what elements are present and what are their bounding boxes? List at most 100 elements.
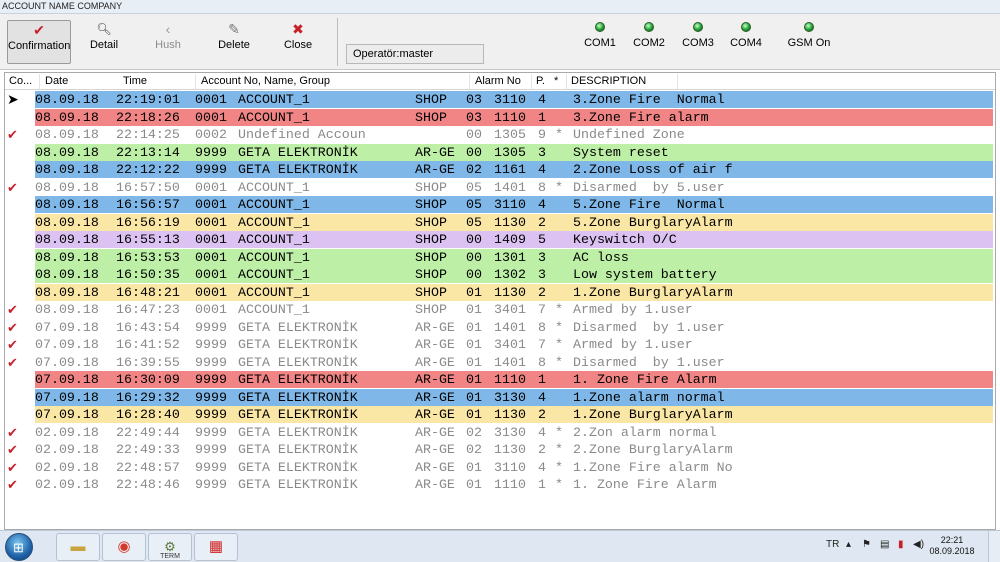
cell-group: AR-GE (415, 442, 455, 457)
table-row[interactable]: 08.09.18 22:12:22 9999 GETA ELEKTRONİK AR-GE… (35, 161, 993, 178)
explorer-taskbar-button[interactable]: ▬ (56, 533, 100, 561)
cell-desc: 2.Zone BurglaryAlarm (573, 442, 733, 457)
cell-code: 1130 (494, 285, 526, 300)
network-icon[interactable]: ▤ (880, 539, 889, 550)
table-row[interactable]: 07.09.18 16:30:09 9999 GETA ELEKTRONİK AR-GE… (35, 371, 993, 388)
table-row[interactable]: 02.09.18 22:49:33 9999 GETA ELEKTRONİK AR-GE… (35, 441, 993, 458)
table-row[interactable]: 02.09.18 22:48:57 9999 GETA ELEKTRONİK AR-GE… (35, 459, 993, 476)
cell-date: 07.09.18 (35, 337, 99, 352)
cell-desc: Disarmed by 1.user (573, 355, 725, 370)
geta-taskbar-button[interactable]: ▦ (194, 533, 238, 561)
col-priority[interactable]: P. (536, 75, 545, 87)
table-row[interactable]: 08.09.18 22:18:26 0001 ACCOUNT_1 SHOP 03 1110 1… (35, 109, 993, 126)
table-row[interactable]: 08.09.18 16:47:23 0001 ACCOUNT_1 SHOP 01 3401 7… (35, 301, 993, 318)
language-indicator[interactable]: TR (826, 539, 839, 550)
power-icon[interactable]: ▮ (898, 539, 904, 550)
cell-desc: 5.Zone Fire Normal (573, 197, 725, 212)
close-button[interactable]: ✖ Close (278, 20, 318, 64)
col-description[interactable]: DESCRIPTION (571, 75, 646, 87)
cell-p: 3 (538, 267, 546, 282)
start-button[interactable]: ⊞ (5, 533, 33, 561)
table-row[interactable]: 02.09.18 22:49:44 9999 GETA ELEKTRONİK AR-GE… (35, 424, 993, 441)
column-divider[interactable] (39, 74, 40, 89)
cell-group: SHOP (415, 302, 447, 317)
table-row[interactable]: 08.09.18 16:48:21 0001 ACCOUNT_1 SHOP 01 1130 2… (35, 284, 993, 301)
col-date[interactable]: Date (45, 75, 68, 87)
table-row[interactable]: 08.09.18 16:56:57 0001 ACCOUNT_1 SHOP 05 3110 4… (35, 196, 993, 213)
close-x-icon: ✖ (292, 21, 304, 37)
volume-icon[interactable]: ◀) (913, 539, 924, 550)
table-row[interactable]: 08.09.18 22:19:01 0001 ACCOUNT_1 SHOP 03 3110 4… (35, 91, 993, 108)
hush-button[interactable]: ‹ Hush (148, 20, 188, 64)
cell-name: ACCOUNT_1 (238, 197, 310, 212)
row-marker (7, 371, 23, 388)
table-row[interactable]: 07.09.18 16:41:52 9999 GETA ELEKTRONİK AR-GE… (35, 336, 993, 353)
confirmed-check-icon: ✔ (7, 302, 18, 317)
table-row[interactable]: 07.09.18 16:39:55 9999 GETA ELEKTRONİK AR-GE… (35, 354, 993, 371)
operator-field: Operatör:master (346, 44, 484, 64)
column-divider[interactable] (677, 74, 678, 89)
column-divider[interactable] (531, 74, 532, 89)
cell-zone: 02 (466, 425, 482, 440)
gsm-status: GSM On (784, 22, 834, 49)
cell-p: 7 (538, 337, 546, 352)
table-row[interactable]: 08.09.18 16:56:19 0001 ACCOUNT_1 SHOP 05 1130 2… (35, 214, 993, 231)
cell-acc: 9999 (195, 477, 227, 492)
cell-code: 1161 (494, 162, 526, 177)
column-divider[interactable] (566, 74, 567, 89)
cell-desc: 1. Zone Fire Alarm (573, 477, 717, 492)
delete-button[interactable]: ✎ Delete (212, 20, 256, 64)
column-divider[interactable] (195, 74, 196, 89)
col-account[interactable]: Account No, Name, Group (201, 75, 330, 87)
table-row[interactable]: 07.09.18 16:28:40 9999 GETA ELEKTRONİK AR-GE… (35, 406, 993, 423)
chrome-taskbar-button[interactable]: ◉ (102, 533, 146, 561)
cell-group: SHOP (415, 232, 447, 247)
cell-date: 08.09.18 (35, 267, 99, 282)
table-row[interactable]: 08.09.18 16:50:35 0001 ACCOUNT_1 SHOP 00 1302 3… (35, 266, 993, 283)
col-alarm-no[interactable]: Alarm No (475, 75, 521, 87)
col-confirmed[interactable]: Co... (9, 75, 32, 87)
status-led-icon (804, 22, 814, 32)
cell-desc: 1.Zone BurglaryAlarm (573, 285, 733, 300)
show-desktop-button[interactable] (988, 531, 1000, 562)
gsm-label: GSM On (787, 37, 831, 49)
cell-name: GETA ELEKTRONİK (238, 477, 358, 492)
table-row[interactable]: 08.09.18 22:13:14 9999 GETA ELEKTRONİK AR-GE… (35, 144, 993, 161)
cell-star: * (555, 460, 563, 475)
cell-group: AR-GE (415, 337, 455, 352)
cell-date: 08.09.18 (35, 285, 99, 300)
system-clock[interactable]: 22:21 08.09.2018 (928, 535, 976, 557)
row-marker (7, 249, 23, 266)
alarm-table[interactable]: Co... Date Time Account No, Name, Group … (4, 72, 996, 530)
cell-desc: Disarmed by 1.user (573, 320, 725, 335)
col-star[interactable]: * (554, 75, 558, 87)
table-row[interactable]: 08.09.18 22:14:25 0002 Undefined Accoun 00 13… (35, 126, 993, 143)
cell-time: 16:28:40 (116, 407, 180, 422)
table-row[interactable]: 08.09.18 16:55:13 0001 ACCOUNT_1 SHOP 00 1409 5… (35, 231, 993, 248)
cell-desc: Undefined Zone (573, 127, 685, 142)
cell-group: AR-GE (415, 390, 455, 405)
cell-group: SHOP (415, 250, 447, 265)
flag-icon[interactable]: ⚑ (862, 539, 871, 550)
cell-time: 22:14:25 (116, 127, 180, 142)
table-row[interactable]: 07.09.18 16:29:32 9999 GETA ELEKTRONİK AR-GE… (35, 389, 993, 406)
table-row[interactable]: 02.09.18 22:48:46 9999 GETA ELEKTRONİK AR-GE… (35, 476, 993, 493)
cell-name: Undefined Accoun (238, 127, 366, 142)
cell-name: ACCOUNT_1 (238, 232, 310, 247)
row-marker (7, 406, 23, 423)
column-divider[interactable] (469, 74, 470, 89)
cell-zone: 05 (466, 197, 482, 212)
show-hidden-icons-icon[interactable]: ▴ (846, 539, 851, 550)
confirmation-button[interactable]: ✔ Confirmation (7, 20, 71, 64)
cell-zone: 01 (466, 407, 482, 422)
cell-code: 1305 (494, 145, 526, 160)
com2-label: COM2 (633, 37, 665, 49)
cell-time: 16:29:32 (116, 390, 180, 405)
table-row[interactable]: 08.09.18 16:53:53 0001 ACCOUNT_1 SHOP 00 1301 3… (35, 249, 993, 266)
table-row[interactable]: 07.09.18 16:43:54 9999 GETA ELEKTRONİK AR-GE… (35, 319, 993, 336)
cell-p: 3 (538, 145, 546, 160)
detail-button[interactable]: 🔍︎ Detail (82, 20, 126, 64)
term-taskbar-button[interactable]: ⚙ TERM (148, 533, 192, 561)
table-row[interactable]: 08.09.18 16:57:50 0001 ACCOUNT_1 SHOP 05 1401 8… (35, 179, 993, 196)
col-time[interactable]: Time (123, 75, 147, 87)
